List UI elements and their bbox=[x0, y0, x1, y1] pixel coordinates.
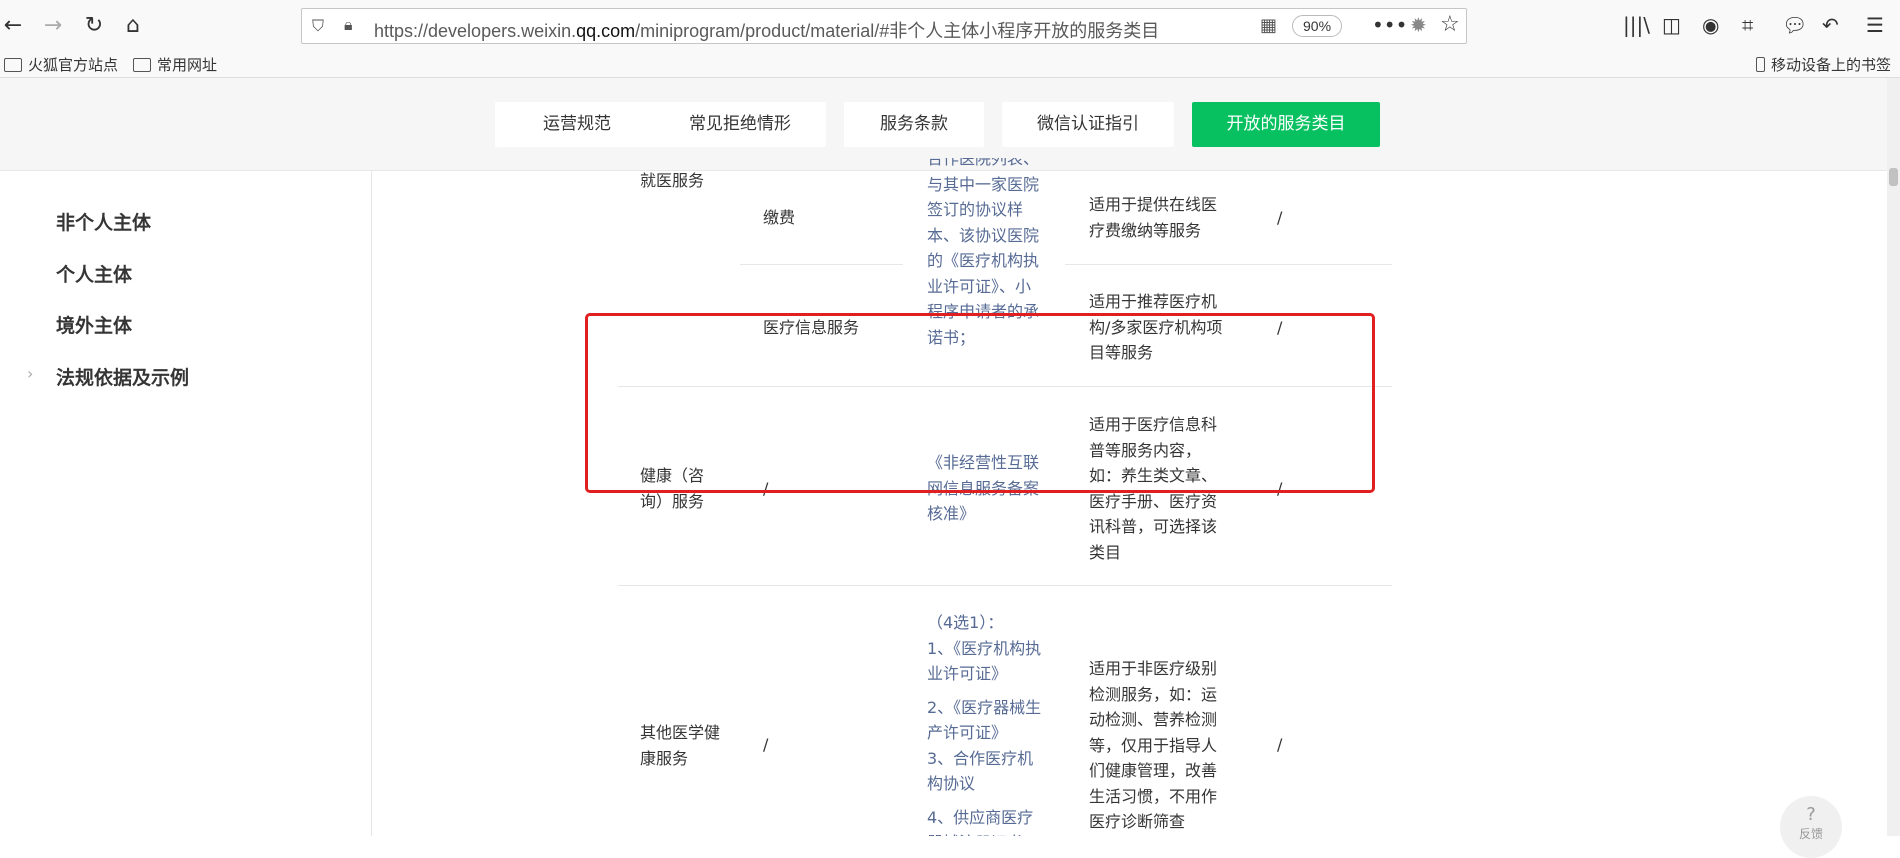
material-link[interactable]: 1、《医疗机构执业许可证》 bbox=[927, 636, 1042, 687]
chat-icon[interactable]: 💬︎ bbox=[1782, 14, 1807, 36]
library-icon[interactable]: |||\ bbox=[1623, 14, 1650, 36]
material-item: （4选1）： bbox=[927, 613, 1004, 632]
browser-toolbar: ← → ↻ ⌂ ⛉ 🔒︎ https://developers.weixin.q… bbox=[0, 0, 1900, 50]
description-cell: 适用于提供在线医疗费缴纳等服务 bbox=[1089, 195, 1218, 240]
undo-icon[interactable]: ↶ bbox=[1822, 14, 1839, 36]
scrollbar[interactable] bbox=[1887, 78, 1900, 836]
feedback-button[interactable]: ? 反馈 bbox=[1780, 796, 1842, 858]
url-text[interactable]: https://developers.weixin.qq.com/minipro… bbox=[374, 17, 1159, 43]
bookmark-firefox[interactable]: 火狐官方站点 bbox=[4, 54, 118, 75]
description-cell: 适用于非医疗级别检测服务，如：运动检测、营养检测等，仅用于指导人们健康管理，改善… bbox=[1089, 659, 1218, 831]
sidebar-item-non-individual[interactable]: 非个人主体 bbox=[56, 208, 151, 235]
bug-icon[interactable]: ✹ bbox=[1410, 13, 1427, 37]
scroll-thumb[interactable] bbox=[1889, 168, 1898, 186]
folder-icon bbox=[133, 57, 151, 72]
category-cell: 就医服务 bbox=[640, 171, 705, 190]
material-list: （4选1）： 1、《医疗机构执业许可证》 2、《医疗器械生产许可证》 3、合作医… bbox=[927, 610, 1042, 836]
crop-icon[interactable]: ⌗ bbox=[1742, 14, 1753, 36]
help-icon: ? bbox=[1806, 804, 1816, 825]
home-icon[interactable]: ⌂ bbox=[120, 13, 146, 39]
account-icon[interactable]: ◉ bbox=[1702, 14, 1719, 36]
row-divider bbox=[1065, 264, 1392, 265]
highlight-box bbox=[585, 313, 1375, 493]
folder-icon bbox=[4, 57, 22, 72]
chevron-right-icon[interactable]: › bbox=[27, 364, 33, 383]
material-item: 3、合作医疗机构协议 bbox=[927, 748, 1034, 794]
subcategory-cell: 缴费 bbox=[763, 208, 796, 227]
bookmark-label: 移动设备上的书签 bbox=[1771, 56, 1892, 74]
tab-terms[interactable]: 服务条款 bbox=[844, 102, 984, 147]
bookmarks-bar: 火狐官方站点 常用网址 移动设备上的书签 bbox=[0, 50, 1900, 78]
menu-icon[interactable]: ☰ bbox=[1866, 14, 1884, 36]
tab-operation-rules[interactable]: 运营规范 bbox=[495, 102, 659, 147]
tab-verification-guide[interactable]: 微信认证指引 bbox=[1002, 102, 1174, 147]
forward-icon[interactable]: → bbox=[40, 13, 66, 39]
zoom-badge[interactable]: 90% bbox=[1292, 15, 1343, 37]
note-cell: / bbox=[1277, 735, 1283, 754]
tab-rejection-cases[interactable]: 常见拒绝情形 bbox=[654, 102, 826, 147]
qrcode-icon[interactable]: ▦ bbox=[1260, 15, 1277, 36]
more-icon[interactable]: ••• bbox=[1372, 13, 1407, 37]
feedback-label: 反馈 bbox=[1798, 827, 1823, 841]
row-divider bbox=[618, 585, 1392, 586]
mobile-icon bbox=[1756, 57, 1765, 72]
category-cell: 其他医学健康服务 bbox=[640, 723, 721, 768]
material-item: 4、供应商医疗器械注册证书 bbox=[927, 807, 1034, 837]
bookmark-common[interactable]: 常用网址 bbox=[133, 54, 217, 75]
sidebar-item-overseas[interactable]: 境外主体 bbox=[56, 311, 132, 338]
reload-icon[interactable]: ↻ bbox=[81, 13, 107, 39]
back-icon[interactable]: ← bbox=[0, 13, 26, 39]
lock-icon: 🔒︎ bbox=[344, 15, 353, 34]
tab-service-categories[interactable]: 开放的服务类目 bbox=[1192, 102, 1380, 147]
bookmark-label: 火狐官方站点 bbox=[28, 56, 119, 74]
sidebar-item-regulations[interactable]: 法规依据及示例 bbox=[56, 363, 189, 390]
sidebar-item-individual[interactable]: 个人主体 bbox=[56, 260, 132, 287]
bookmark-mobile[interactable]: 移动设备上的书签 bbox=[1756, 54, 1891, 75]
url-bar[interactable]: ⛉ 🔒︎ https://developers.weixin.qq.com/mi… bbox=[301, 8, 1467, 44]
star-icon[interactable]: ☆ bbox=[1440, 12, 1460, 37]
row-divider bbox=[740, 264, 903, 265]
bookmark-label: 常用网址 bbox=[157, 56, 218, 74]
shield-icon: ⛉ bbox=[312, 16, 325, 35]
sidebar: 非个人主体 个人主体 境外主体 › 法规依据及示例 bbox=[0, 171, 372, 836]
subcategory-cell: / bbox=[763, 735, 769, 754]
sidebar-icon[interactable]: ◫ bbox=[1662, 14, 1681, 36]
material-link[interactable]: 2、《医疗器械生产许可证》 bbox=[927, 695, 1042, 746]
note-cell: / bbox=[1277, 208, 1283, 227]
